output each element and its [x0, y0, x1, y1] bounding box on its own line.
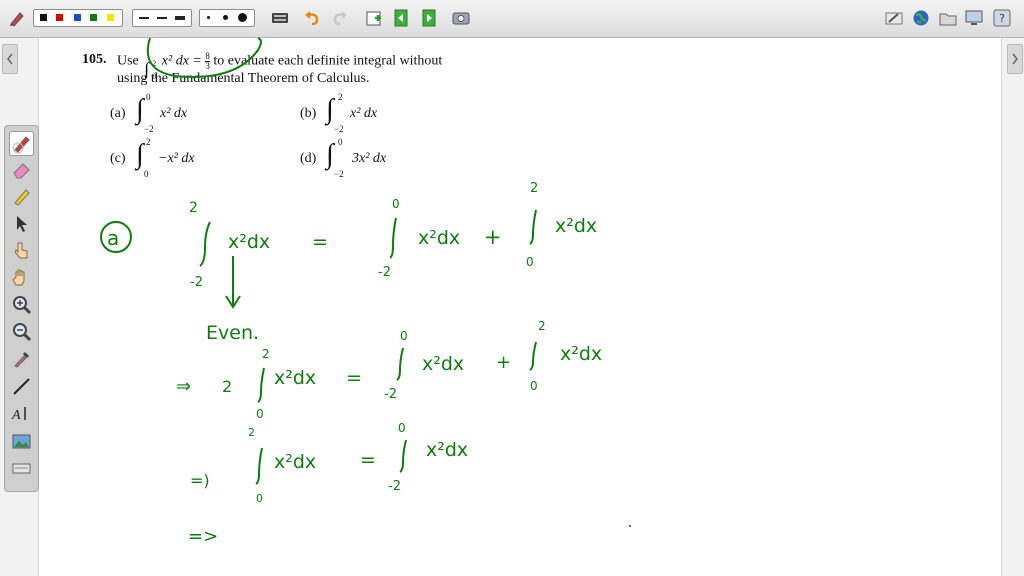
page-back-icon[interactable]: [392, 9, 410, 27]
pen-settings-icon[interactable]: [8, 9, 26, 27]
dash-solid-option[interactable]: [175, 16, 185, 20]
part-a-integrand: x² dx: [160, 106, 188, 121]
screen-capture-icon[interactable]: [452, 9, 470, 27]
part-b-upper-limit: 2: [338, 92, 343, 102]
insert-page-icon[interactable]: [365, 9, 383, 27]
keyboard-icon[interactable]: [271, 9, 289, 27]
part-a-lower-limit: −2: [144, 124, 154, 134]
problem-number: 105.: [82, 52, 107, 67]
problem-statement-line2: using the Fundamental Theorem of Calculu…: [117, 71, 370, 86]
pointer-hand-icon[interactable]: [11, 240, 32, 261]
left-collapse-tab[interactable]: [2, 44, 18, 74]
tool-panel: A: [4, 125, 39, 492]
problem-statement-line1: Use ∫ 2 0 x² dx = 8 3 to evaluate each d…: [117, 51, 443, 81]
part-d-label: (d): [300, 151, 317, 166]
color-yellow-swatch[interactable]: [107, 14, 114, 21]
folder-icon[interactable]: [939, 9, 957, 27]
right-collapse-tab[interactable]: [1007, 44, 1023, 74]
part-d-integral-sign: ∫: [326, 139, 334, 170]
color-black-swatch[interactable]: [40, 14, 47, 21]
width-medium-option[interactable]: [223, 15, 228, 20]
pan-hand-icon[interactable]: [11, 267, 32, 288]
undo-icon[interactable]: [303, 9, 321, 27]
part-c-upper-limit: 2: [146, 137, 151, 147]
problem-use-word: Use: [117, 53, 139, 69]
zoom-in-icon[interactable]: [11, 294, 32, 315]
part-d-lower-limit: −2: [334, 169, 344, 179]
part-c-integral-sign: ∫: [136, 139, 144, 170]
image-icon[interactable]: [11, 431, 32, 452]
page-forward-icon[interactable]: [420, 9, 438, 27]
dash-short-option[interactable]: [139, 17, 149, 19]
part-d-upper-limit: 0: [338, 137, 343, 147]
display-icon[interactable]: [965, 9, 983, 27]
shape-icon[interactable]: [11, 458, 32, 479]
color-blue-swatch[interactable]: [74, 14, 81, 21]
dash-medium-option[interactable]: [157, 17, 167, 19]
width-thick-option[interactable]: [238, 13, 247, 22]
part-a-label: (a): [110, 106, 126, 121]
part-c-lower-limit: 0: [144, 169, 149, 179]
width-thin-option[interactable]: [207, 16, 210, 19]
right-margin: [1002, 38, 1024, 576]
given-integrand: x² dx =: [161, 53, 202, 69]
part-c-label: (c): [110, 151, 126, 166]
pen-icon[interactable]: [9, 131, 34, 156]
part-a-upper-limit: 0: [146, 92, 151, 102]
part-b-integral-sign: ∫: [326, 94, 334, 125]
part-d-integrand: 3x² dx: [352, 151, 387, 166]
text-tool-icon[interactable]: A: [11, 403, 32, 424]
color-red-swatch[interactable]: [56, 14, 63, 21]
globe-icon[interactable]: [912, 9, 930, 27]
eraser-icon[interactable]: [11, 159, 32, 180]
highlighter-icon[interactable]: [11, 186, 32, 207]
select-arrow-icon[interactable]: [11, 213, 32, 234]
pen-color-palette: [33, 9, 123, 27]
redo-icon[interactable]: [331, 9, 349, 27]
help-icon[interactable]: ?: [993, 9, 1011, 27]
eyedropper-icon[interactable]: [11, 348, 32, 369]
hide-screen-icon[interactable]: [885, 9, 903, 27]
top-toolbar: ?: [0, 0, 1024, 38]
color-green-swatch[interactable]: [90, 14, 97, 21]
svg-text:A: A: [11, 408, 21, 423]
problem-instruction: to evaluate each definite integral witho…: [213, 53, 443, 69]
given-fraction: 8 3: [205, 51, 210, 71]
line-icon[interactable]: [11, 376, 32, 397]
zoom-out-icon[interactable]: [11, 321, 32, 342]
part-a-integral-sign: ∫: [136, 94, 144, 125]
line-style-palette: [132, 9, 192, 27]
part-b-lower-limit: −2: [334, 124, 344, 134]
svg-text:?: ?: [999, 12, 1005, 25]
part-c-integrand: −x² dx: [158, 151, 195, 166]
pen-width-palette: [199, 9, 255, 27]
part-b-label: (b): [300, 106, 317, 121]
part-b-integrand: x² dx: [350, 106, 378, 121]
